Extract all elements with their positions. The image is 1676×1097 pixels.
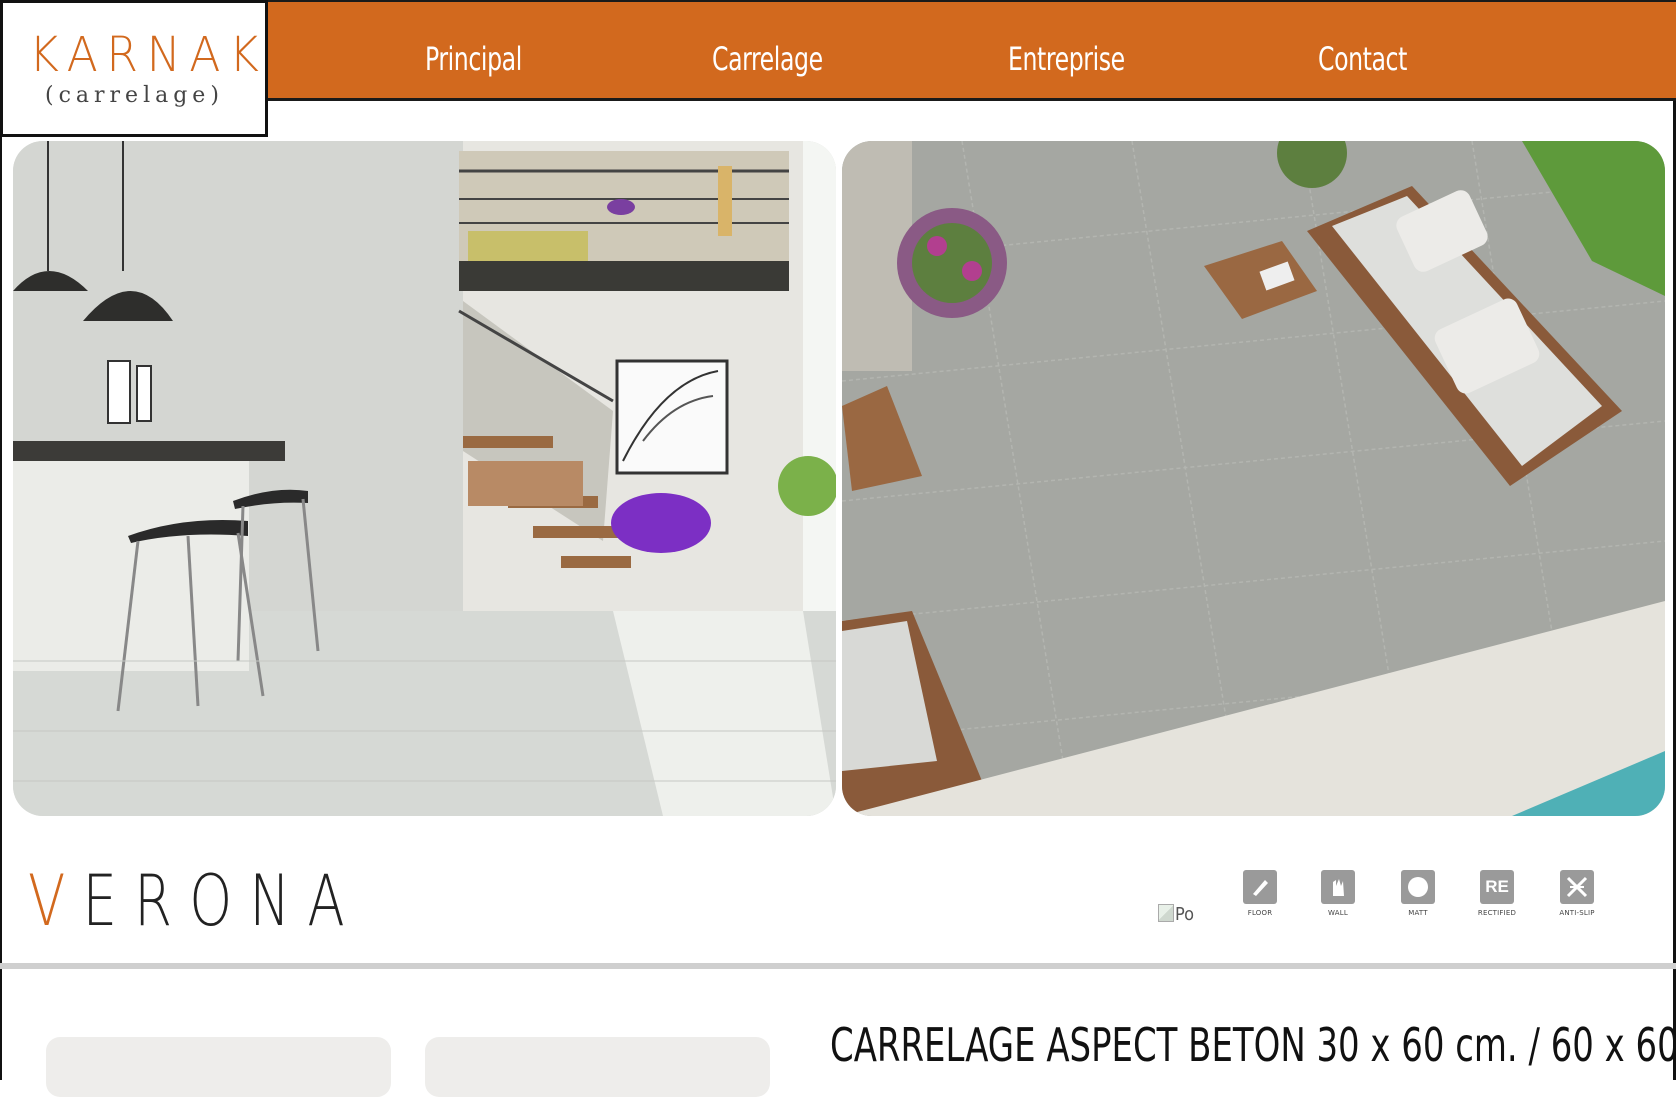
site-logo[interactable]: KARNAK (carrelage) [0,0,268,137]
feature-floor: FLOOR [1225,870,1295,917]
feature-wall: WALL [1303,870,1373,917]
nav-entreprise[interactable]: Entreprise [1008,40,1125,78]
hero-image-interior [13,141,836,816]
feature-label: WALL [1328,909,1348,917]
product-name-rest: ERONA [82,860,362,942]
floor-icon [1243,870,1277,904]
rectified-icon: RE [1480,870,1514,904]
hero-image-terrace [842,141,1665,816]
matt-icon [1401,870,1435,904]
broken-image-icon [1158,904,1174,922]
product-card[interactable] [46,1037,391,1097]
feature-label: ANTI-SLIP [1559,909,1595,917]
broken-image-alt: Po [1175,904,1195,925]
feature-anti-slip: ANTI-SLIP [1542,870,1612,917]
interior-loft-photo [13,141,836,816]
top-navigation-bar: Principal Carrelage Entreprise Contact [250,0,1676,101]
nav-contact[interactable]: Contact [1318,40,1407,78]
wall-icon [1321,870,1355,904]
product-tagline: CARRELAGE ASPECT BETON 30 x 60 cm. / 60 … [830,1018,1676,1072]
feature-label: RECTIFIED [1477,909,1517,917]
anti-slip-icon [1560,870,1594,904]
logo-wordmark: KARNAK [29,27,268,83]
feature-matt: MATT [1383,870,1453,917]
feature-label: FLOOR [1247,909,1273,917]
page-border-left [0,0,2,1080]
product-name-initial: V [28,860,83,942]
product-card[interactable] [425,1037,770,1097]
logo-subtitle: (carrelage) [45,83,224,108]
feature-rectified: RE RECTIFIED [1462,870,1532,917]
feature-label: MATT [1408,909,1428,917]
terrace-poolside-photo [842,141,1665,816]
nav-carrelage[interactable]: Carrelage [712,40,823,78]
broken-image-placeholder: Po [1158,904,1194,925]
nav-principal[interactable]: Principal [425,40,522,78]
section-divider [0,963,1676,969]
product-name-verona: VERONA [28,860,362,942]
